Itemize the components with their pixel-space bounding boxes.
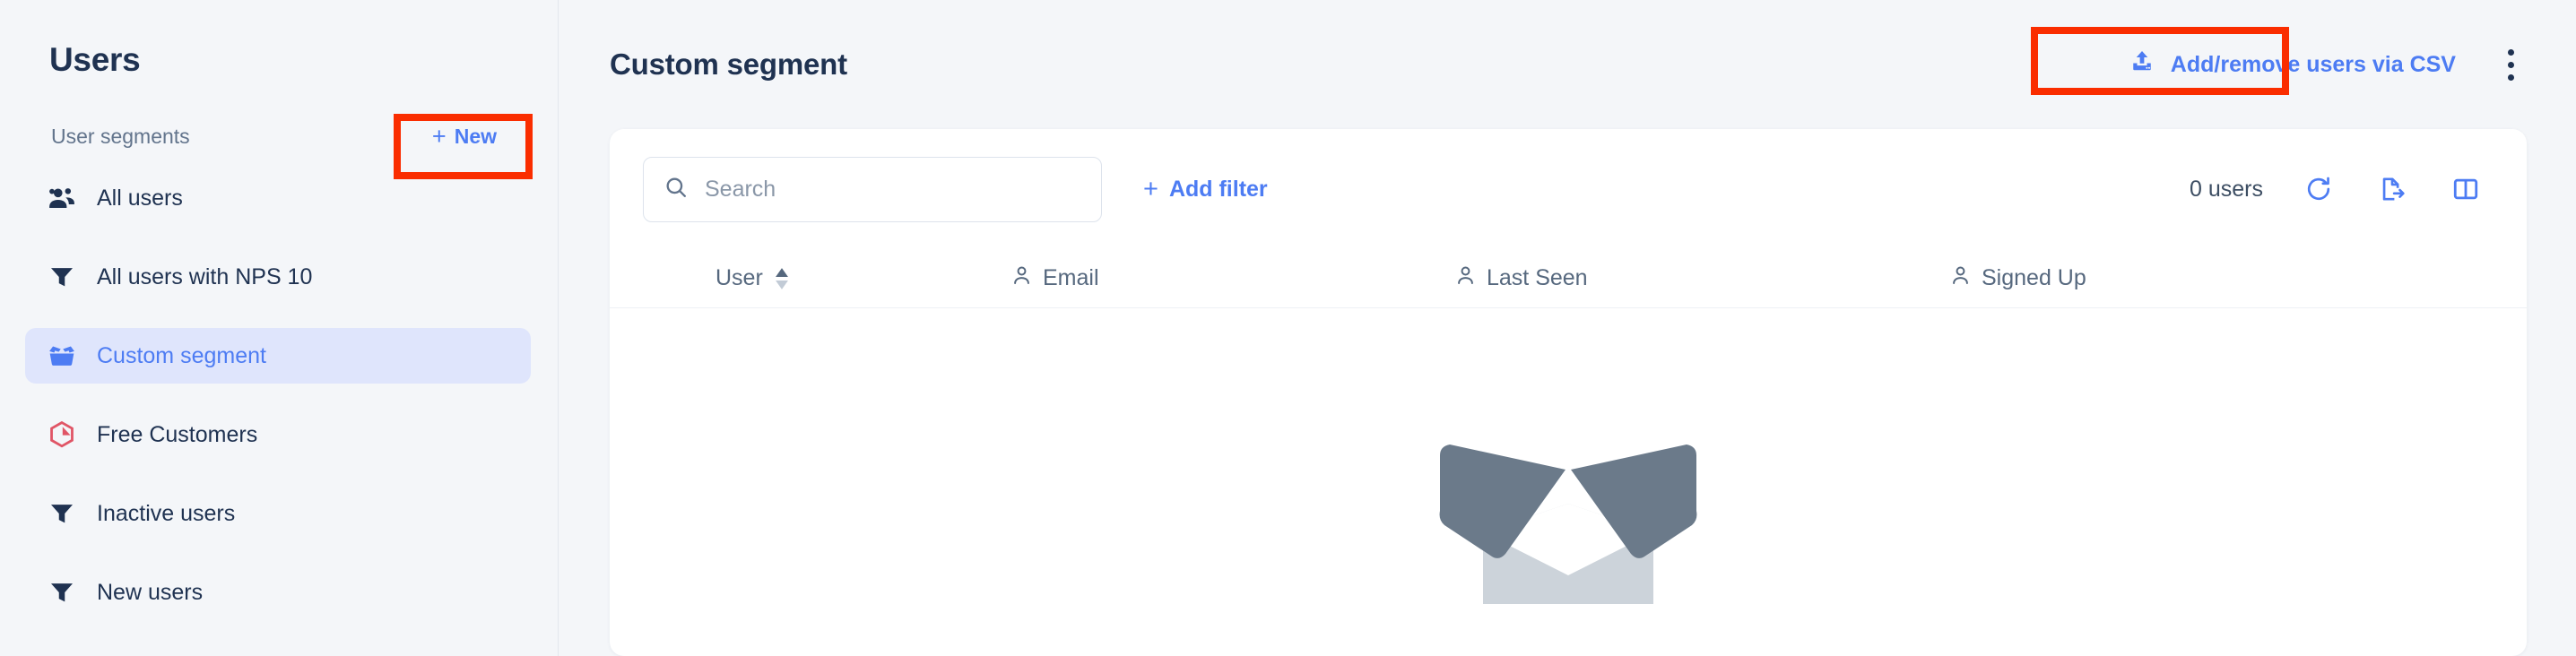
sort-icon[interactable]	[775, 267, 789, 289]
sidebar-item-inactive-users[interactable]: Inactive users	[25, 486, 531, 541]
plus-icon: +	[1143, 174, 1158, 203]
funnel-icon	[47, 498, 77, 529]
person-icon	[1949, 264, 1972, 293]
sidebar-item-free-customers[interactable]: Free Customers	[25, 407, 531, 462]
person-icon	[1454, 264, 1477, 293]
users-page: Users User segments + New All users All …	[0, 0, 2576, 656]
sidebar-item-label: All users	[97, 185, 183, 211]
kebab-dot	[2508, 61, 2514, 68]
funnel-icon	[47, 262, 77, 292]
sidebar-item-label: Free Customers	[97, 421, 258, 447]
sidebar-item-all-users-with-nps-10[interactable]: All users with NPS 10	[25, 249, 531, 305]
csv-button-label: Add/remove users via CSV	[2170, 51, 2456, 77]
sidebar-item-label: All users with NPS 10	[97, 263, 313, 289]
csv-button[interactable]: Add/remove users via CSV	[2116, 40, 2468, 90]
search-field[interactable]	[643, 156, 1102, 222]
new-segment-label: New	[454, 125, 497, 148]
column-label: Signed Up	[1982, 265, 2086, 290]
upload-icon	[2129, 48, 2155, 82]
empty-box-illustration	[1420, 418, 1716, 604]
column-header-email[interactable]: Email	[1010, 264, 1454, 293]
sidebar-item-label: Custom segment	[97, 342, 266, 368]
users-group-icon	[47, 183, 77, 213]
column-header-user[interactable]: User	[643, 265, 1010, 291]
open-box-icon	[47, 341, 77, 371]
users-table-card: + Add filter 0 users	[610, 129, 2527, 656]
hexagon-chart-icon	[47, 419, 77, 450]
user-segments-header: User segments + New	[0, 76, 558, 154]
add-filter-button[interactable]: + Add filter	[1134, 169, 1277, 210]
export-icon[interactable]	[2374, 171, 2410, 207]
person-icon	[1010, 264, 1033, 293]
segment-list: All users All users with NPS 10 Custom s…	[0, 170, 558, 620]
page-title: Custom segment	[610, 47, 847, 81]
toolbar-right-actions: 0 users	[2190, 171, 2484, 207]
column-header-signed-up[interactable]: Signed Up	[1949, 264, 2308, 293]
user-segments-label: User segments	[51, 125, 190, 148]
column-label: Last Seen	[1487, 265, 1588, 290]
search-icon	[664, 175, 689, 204]
refresh-icon[interactable]	[2301, 171, 2337, 207]
sidebar: Users User segments + New All users All …	[0, 0, 559, 656]
sidebar-item-new-users[interactable]: New users	[25, 565, 531, 620]
new-segment-button[interactable]: + New	[423, 119, 506, 154]
table-toolbar: + Add filter 0 users	[610, 129, 2527, 249]
column-header-last-seen[interactable]: Last Seen	[1454, 264, 1949, 293]
kebab-dot	[2508, 73, 2514, 81]
sidebar-title: Users	[49, 41, 141, 78]
plus-icon: +	[431, 123, 447, 150]
sidebar-item-all-users[interactable]: All users	[25, 170, 531, 226]
user-count: 0 users	[2190, 176, 2263, 202]
search-input[interactable]	[705, 176, 1081, 203]
columns-icon[interactable]	[2448, 171, 2484, 207]
kebab-dot	[2508, 48, 2514, 56]
column-label: Email	[1043, 265, 1099, 290]
funnel-icon	[47, 577, 77, 608]
main-content: Custom segment Add/remove users via CSV	[559, 0, 2576, 656]
sidebar-item-label: Inactive users	[97, 500, 236, 526]
add-filter-label: Add filter	[1168, 176, 1268, 202]
page-header: Custom segment Add/remove users via CSV	[559, 0, 2576, 129]
table-header-row: User Email Last Seen Signed Up	[610, 249, 2527, 308]
sidebar-item-custom-segment[interactable]: Custom segment	[25, 328, 531, 384]
sidebar-item-label: New users	[97, 579, 204, 605]
empty-state	[610, 308, 2527, 604]
header-actions: Add/remove users via CSV	[2116, 40, 2527, 90]
column-label: User	[716, 265, 763, 290]
more-options-icon[interactable]	[2495, 42, 2527, 88]
